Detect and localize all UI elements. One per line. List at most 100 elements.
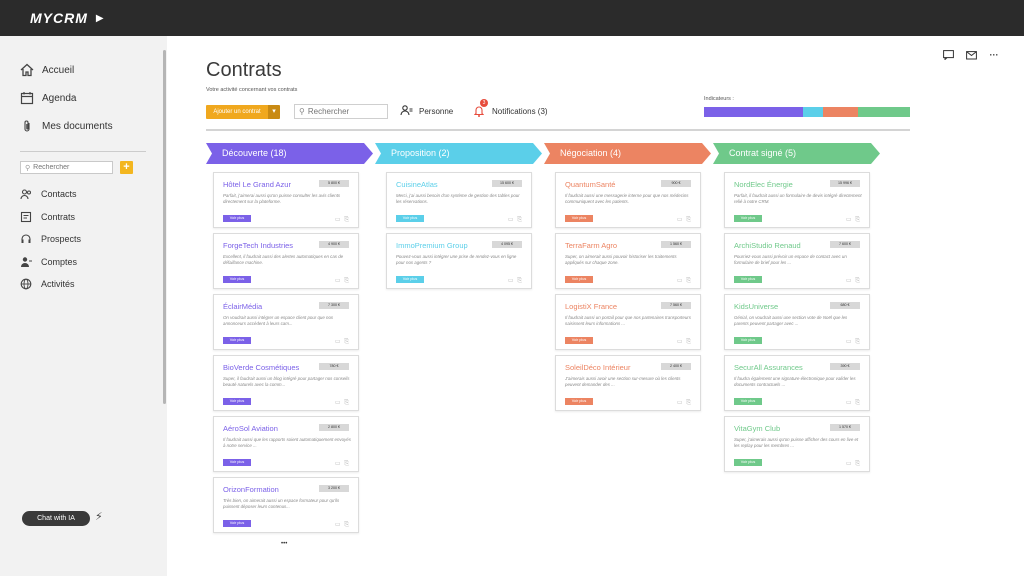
see-more-button[interactable]: Voir plus bbox=[396, 215, 424, 222]
attachment-icon[interactable]: ▭ ⎘ bbox=[677, 338, 692, 346]
chat-with-ia-button[interactable]: Chat with IA bbox=[22, 511, 90, 526]
attachment-icon[interactable]: ▭ ⎘ bbox=[335, 277, 350, 285]
attachment-icon[interactable]: ▭ ⎘ bbox=[335, 399, 350, 407]
company-name[interactable]: ImmoPremium Group bbox=[396, 241, 468, 250]
stage-header[interactable]: Contrat signé (5) bbox=[713, 143, 880, 164]
company-name[interactable]: AéroSol Aviation bbox=[223, 424, 278, 433]
attachment-icon[interactable]: ▭ ⎘ bbox=[677, 399, 692, 407]
deal-card[interactable]: ImmoPremium Group 4 095 € Pouvez-vous auss… bbox=[386, 233, 532, 289]
add-button[interactable]: + bbox=[120, 161, 133, 174]
company-name[interactable]: Hôtel Le Grand Azur bbox=[223, 180, 291, 189]
see-more-button[interactable]: Voir plus bbox=[565, 337, 593, 344]
app-logo[interactable]: MYCRM bbox=[30, 10, 88, 26]
deal-card[interactable]: AéroSol Aviation 2 800 € Il faudrait aussi… bbox=[213, 416, 359, 472]
company-name[interactable]: VitaGym Club bbox=[734, 424, 780, 433]
deal-card[interactable]: OrizonFormation 3 200 € Très bien, on aime… bbox=[213, 477, 359, 533]
deal-card[interactable]: TerraFarm Agro 1 560 € Super, on aimerait … bbox=[555, 233, 701, 289]
deal-card[interactable]: BioVerde Cosmétiques 780 € Super, il faudr… bbox=[213, 355, 359, 411]
see-more-button[interactable]: Voir plus bbox=[223, 337, 251, 344]
sidebar-item-accueil[interactable]: Accueil bbox=[20, 63, 74, 77]
sidebar-search-input[interactable] bbox=[33, 164, 112, 171]
stage-header[interactable]: Négociation (4) bbox=[544, 143, 711, 164]
deal-card[interactable]: ForgeTech Industries 4 900 € Excellent, il… bbox=[213, 233, 359, 289]
see-more-button[interactable]: Voir plus bbox=[565, 215, 593, 222]
chevron-down-icon[interactable]: ▾ bbox=[268, 104, 280, 119]
company-name[interactable]: CuisineAtlas bbox=[396, 180, 438, 189]
deal-card[interactable]: VitaGym Club 1 570 € Super, j'aimerais aus… bbox=[724, 416, 870, 472]
company-name[interactable]: QuantumSanté bbox=[565, 180, 615, 189]
attachment-icon[interactable]: ▭ ⎘ bbox=[508, 277, 523, 285]
attachment-icon[interactable]: ▭ ⎘ bbox=[508, 216, 523, 224]
more-cards-icon[interactable]: ••• bbox=[281, 541, 287, 547]
deal-card[interactable]: LogistiX France 7 560 € Il faudrait aussi … bbox=[555, 294, 701, 350]
company-name[interactable]: ÉclairMédia bbox=[223, 302, 262, 311]
more-options-icon[interactable]: ··· bbox=[988, 49, 1000, 61]
sidebar-item-contrats[interactable]: Contrats bbox=[20, 211, 75, 223]
see-more-button[interactable]: Voir plus bbox=[734, 459, 762, 466]
amount-badge: 3 200 € bbox=[319, 485, 349, 492]
play-icon[interactable]: ▶ bbox=[96, 13, 104, 24]
see-more-button[interactable]: Voir plus bbox=[223, 398, 251, 405]
see-more-button[interactable]: Voir plus bbox=[565, 276, 593, 283]
deal-card[interactable]: Hôtel Le Grand Azur 5 800 € Parfait, j'aim… bbox=[213, 172, 359, 228]
attachment-icon[interactable]: ▭ ⎘ bbox=[846, 460, 861, 468]
sidebar-item-contacts[interactable]: Contacts bbox=[20, 188, 77, 200]
see-more-button[interactable]: Voir plus bbox=[734, 337, 762, 344]
search-input[interactable] bbox=[307, 107, 384, 116]
sidebar-item-activites[interactable]: Activités bbox=[20, 278, 75, 290]
company-name[interactable]: TerraFarm Agro bbox=[565, 241, 617, 250]
sidebar-item-comptes[interactable]: Comptes bbox=[20, 256, 77, 268]
company-name[interactable]: SecurAll Assurances bbox=[734, 363, 803, 372]
see-more-button[interactable]: Voir plus bbox=[223, 276, 251, 283]
company-name[interactable]: KidsUniverse bbox=[734, 302, 778, 311]
deal-card[interactable]: KidsUniverse 680 € Génial, on voudrait aus… bbox=[724, 294, 870, 350]
deal-card[interactable]: CuisineAtlas 15 600 € Merci, j'ai aussi be… bbox=[386, 172, 532, 228]
deal-card[interactable]: QuantumSanté 900 € Il faudrait aussi une m… bbox=[555, 172, 701, 228]
lightning-icon[interactable]: ⚡ bbox=[95, 510, 103, 523]
indicator-segment bbox=[802, 107, 824, 117]
mail-icon[interactable] bbox=[965, 49, 977, 61]
stage-header[interactable]: Proposition (2) bbox=[375, 143, 542, 164]
attachment-icon[interactable]: ▭ ⎘ bbox=[677, 216, 692, 224]
see-more-button[interactable]: Voir plus bbox=[734, 276, 762, 283]
deal-card[interactable]: ÉclairMédia 7 300 € On voudrait aussi inté… bbox=[213, 294, 359, 350]
main-search[interactable]: ⚲ bbox=[294, 104, 388, 119]
see-more-button[interactable]: Voir plus bbox=[223, 520, 251, 527]
sidebar-item-prospects[interactable]: Prospects bbox=[20, 233, 81, 245]
chat-icon[interactable] bbox=[942, 49, 954, 61]
attachment-icon[interactable]: ▭ ⎘ bbox=[335, 338, 350, 346]
see-more-button[interactable]: Voir plus bbox=[223, 215, 251, 222]
sidebar-scrollbar[interactable] bbox=[163, 50, 166, 404]
company-name[interactable]: SoleilDéco Intérieur bbox=[565, 363, 630, 372]
see-more-button[interactable]: Voir plus bbox=[734, 215, 762, 222]
attachment-icon[interactable]: ▭ ⎘ bbox=[335, 521, 350, 529]
deal-card[interactable]: NordElec Énergie 15 996 € Parfait, il faud… bbox=[724, 172, 870, 228]
sidebar-item-agenda[interactable]: Agenda bbox=[20, 91, 76, 105]
attachment-icon[interactable]: ▭ ⎘ bbox=[677, 277, 692, 285]
deal-card[interactable]: SoleilDéco Intérieur 2 400 € J'aimerais au… bbox=[555, 355, 701, 411]
stage-header[interactable]: Découverte (18) bbox=[206, 143, 373, 164]
company-name[interactable]: OrizonFormation bbox=[223, 485, 279, 494]
attachment-icon[interactable]: ▭ ⎘ bbox=[846, 277, 861, 285]
company-name[interactable]: NordElec Énergie bbox=[734, 180, 793, 189]
sidebar-item-mes-documents[interactable]: Mes documents bbox=[20, 119, 113, 133]
company-name[interactable]: ForgeTech Industries bbox=[223, 241, 293, 250]
person-filter[interactable]: Personne bbox=[400, 105, 453, 117]
attachment-icon[interactable]: ▭ ⎘ bbox=[846, 338, 861, 346]
notifications[interactable]: 3 Notifications (3) bbox=[473, 99, 548, 117]
company-name[interactable]: ArchiStudio Renaud bbox=[734, 241, 801, 250]
see-more-button[interactable]: Voir plus bbox=[565, 398, 593, 405]
see-more-button[interactable]: Voir plus bbox=[734, 398, 762, 405]
attachment-icon[interactable]: ▭ ⎘ bbox=[335, 216, 350, 224]
add-contract-button[interactable]: Ajouter un contrat bbox=[206, 104, 268, 119]
company-name[interactable]: LogistiX France bbox=[565, 302, 617, 311]
sidebar-search[interactable]: ⚲ bbox=[20, 161, 113, 174]
deal-card[interactable]: SecurAll Assurances 390 € Il faudra égalem… bbox=[724, 355, 870, 411]
see-more-button[interactable]: Voir plus bbox=[223, 459, 251, 466]
see-more-button[interactable]: Voir plus bbox=[396, 276, 424, 283]
attachment-icon[interactable]: ▭ ⎘ bbox=[335, 460, 350, 468]
attachment-icon[interactable]: ▭ ⎘ bbox=[846, 399, 861, 407]
company-name[interactable]: BioVerde Cosmétiques bbox=[223, 363, 299, 372]
deal-card[interactable]: ArchiStudio Renaud 7 600 € Pourriez-vous a… bbox=[724, 233, 870, 289]
attachment-icon[interactable]: ▭ ⎘ bbox=[846, 216, 861, 224]
